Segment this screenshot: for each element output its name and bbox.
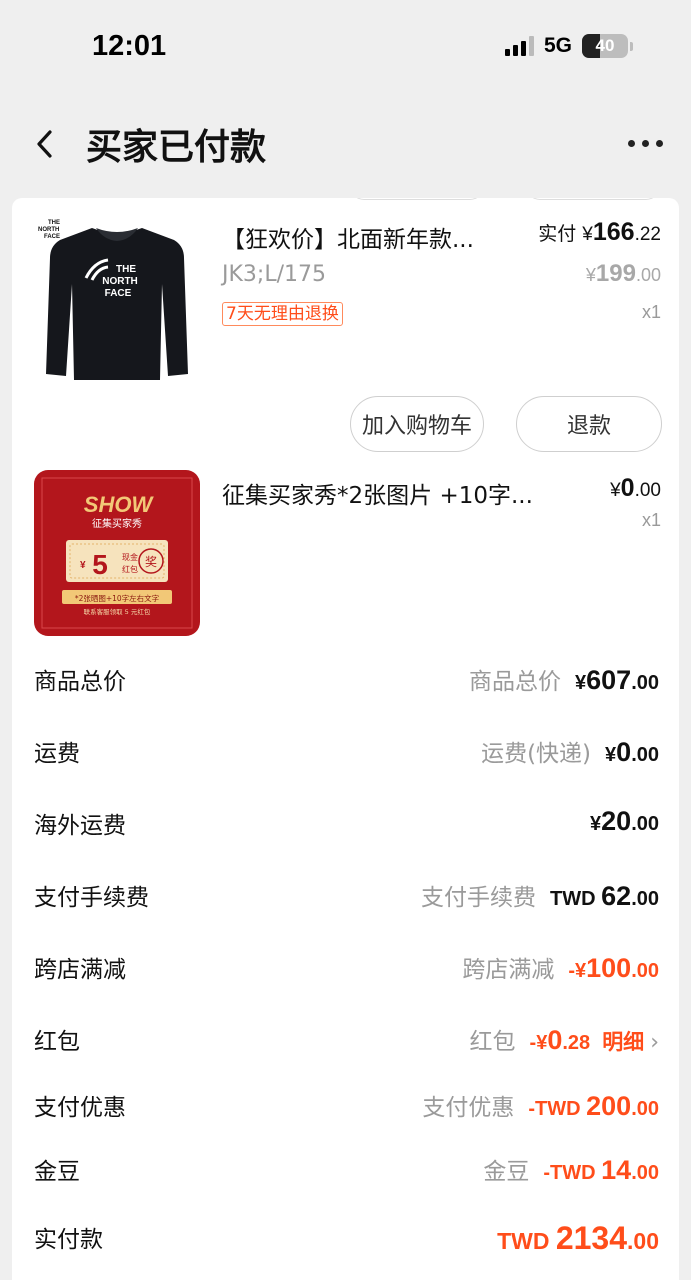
svg-text:THE: THE: [48, 220, 60, 226]
payment-fee-amount: TWD 62.00: [550, 881, 659, 911]
row-sublabel: 运费(快递): [481, 741, 592, 767]
battery-icon: 40: [582, 34, 628, 58]
product-image: THE NORTH FACE THE NORTH FACE: [34, 214, 200, 384]
status-time: 12:01: [92, 30, 167, 62]
row-label: 红包: [34, 1029, 80, 1055]
red-packet-detail-link[interactable]: 明细: [602, 1026, 644, 1056]
payment-discount-row: 支付优惠 支付优惠 -TWD 200.00: [12, 1088, 679, 1128]
add-to-cart-button[interactable]: 加入购物车: [350, 396, 484, 452]
status-icons: 5G 40: [504, 34, 633, 58]
chevron-left-icon: [37, 130, 52, 158]
svg-text:5: 5: [92, 549, 108, 580]
product-title[interactable]: 【狂欢价】北面新年款...: [222, 220, 508, 254]
status-bar: 12:01 5G 40: [0, 0, 691, 90]
shipping-row: 运费 运费(快递) ¥0.00: [12, 734, 679, 774]
page-title: 买家已付款: [86, 127, 267, 168]
svg-text:联系客服领取 5 元红包: 联系客服领取 5 元红包: [84, 607, 151, 616]
return-policy-tag: 7天无理由退换: [222, 302, 343, 326]
promo-price: ¥0.00: [610, 474, 661, 502]
promo-quantity: x1: [641, 510, 661, 530]
svg-text:红包: 红包: [122, 564, 138, 574]
payment-discount-amount: -TWD 200.00: [528, 1091, 659, 1121]
product-item[interactable]: THE NORTH FACE THE NORTH FACE 【狂欢价】北面新年款…: [12, 206, 679, 396]
svg-text:NORTH: NORTH: [102, 276, 138, 287]
red-packet-row[interactable]: 红包 红包 -¥0.28 明细 ›: [12, 1022, 679, 1062]
row-label: 海外运费: [34, 813, 126, 839]
product-original-price: ¥199.00: [585, 260, 661, 287]
row-sublabel: 商品总价: [469, 669, 561, 695]
cross-store-discount-row: 跨店满减 跨店满减 -¥100.00: [12, 950, 679, 990]
svg-text:NORTH: NORTH: [38, 227, 59, 233]
goods-total-amount: ¥607.00: [575, 665, 659, 695]
row-sublabel: 支付手续费: [421, 885, 537, 911]
cross-store-amount: -¥100.00: [568, 953, 659, 983]
svg-text:现金: 现金: [122, 552, 138, 562]
svg-text:FACE: FACE: [105, 288, 132, 299]
hidden-button-edge: [350, 198, 484, 200]
promo-title[interactable]: 征集买家秀*2张图片 +10字...: [222, 476, 572, 510]
network-type: 5G: [543, 34, 572, 57]
order-card: THE NORTH FACE THE NORTH FACE 【狂欢价】北面新年款…: [12, 198, 679, 1280]
row-label: 跨店满减: [34, 957, 126, 983]
gold-bean-row: 金豆 金豆 -TWD 14.00: [12, 1152, 679, 1192]
row-label: 支付手续费: [34, 885, 149, 911]
actual-paid-row: 实付款 TWD 2134.00: [12, 1220, 679, 1260]
paid-prefix: 实付: [538, 223, 577, 245]
row-sublabel: 支付优惠: [422, 1095, 515, 1121]
back-button[interactable]: [24, 122, 64, 166]
overseas-shipping-amount: ¥20.00: [590, 806, 659, 836]
nav-bar: 买家已付款: [0, 100, 691, 190]
signal-icon: [504, 36, 534, 56]
payment-fee-row: 支付手续费 支付手续费 TWD 62.00: [12, 878, 679, 918]
gold-bean-amount: -TWD 14.00: [543, 1155, 659, 1185]
svg-text:征集买家秀: 征集买家秀: [92, 517, 142, 530]
promo-image: SHOW 征集买家秀 ¥ 5 现金 红包 奖 *2张晒图+10字左右文字 联系客…: [34, 470, 200, 636]
shipping-amount: ¥0.00: [605, 737, 659, 767]
row-sublabel: 金豆: [483, 1159, 530, 1185]
svg-text:¥: ¥: [80, 560, 86, 571]
row-label: 商品总价: [34, 669, 126, 695]
product-spec: JK3;L/175: [222, 262, 326, 287]
row-sublabel: 红包: [469, 1029, 516, 1055]
row-label: 支付优惠: [34, 1095, 126, 1121]
svg-text:奖: 奖: [145, 555, 157, 569]
row-sublabel: 跨店满减: [462, 957, 555, 983]
refund-button[interactable]: 退款: [516, 396, 662, 452]
chevron-right-icon: ›: [650, 1030, 659, 1055]
actual-paid-amount: TWD 2134.00: [497, 1220, 659, 1256]
brand-text-line: THE: [116, 264, 136, 275]
row-label: 金豆: [34, 1159, 80, 1185]
svg-text:FACE: FACE: [44, 234, 60, 240]
hidden-button-edge: [526, 198, 660, 200]
row-label: 运费: [34, 741, 80, 767]
goods-total-row: 商品总价 商品总价 ¥607.00: [12, 662, 679, 702]
battery-level: 40: [595, 36, 615, 55]
row-label: 实付款: [34, 1227, 103, 1253]
more-options-button[interactable]: [628, 140, 663, 147]
svg-text:SHOW: SHOW: [84, 492, 155, 517]
red-packet-amount: -¥0.28: [529, 1025, 591, 1055]
product-paid-price: 实付 ¥166.22: [538, 218, 661, 246]
overseas-shipping-row: 海外运费 ¥20.00: [12, 806, 679, 846]
product-quantity: x1: [641, 302, 661, 322]
svg-text:*2张晒图+10字左右文字: *2张晒图+10字左右文字: [75, 593, 159, 603]
